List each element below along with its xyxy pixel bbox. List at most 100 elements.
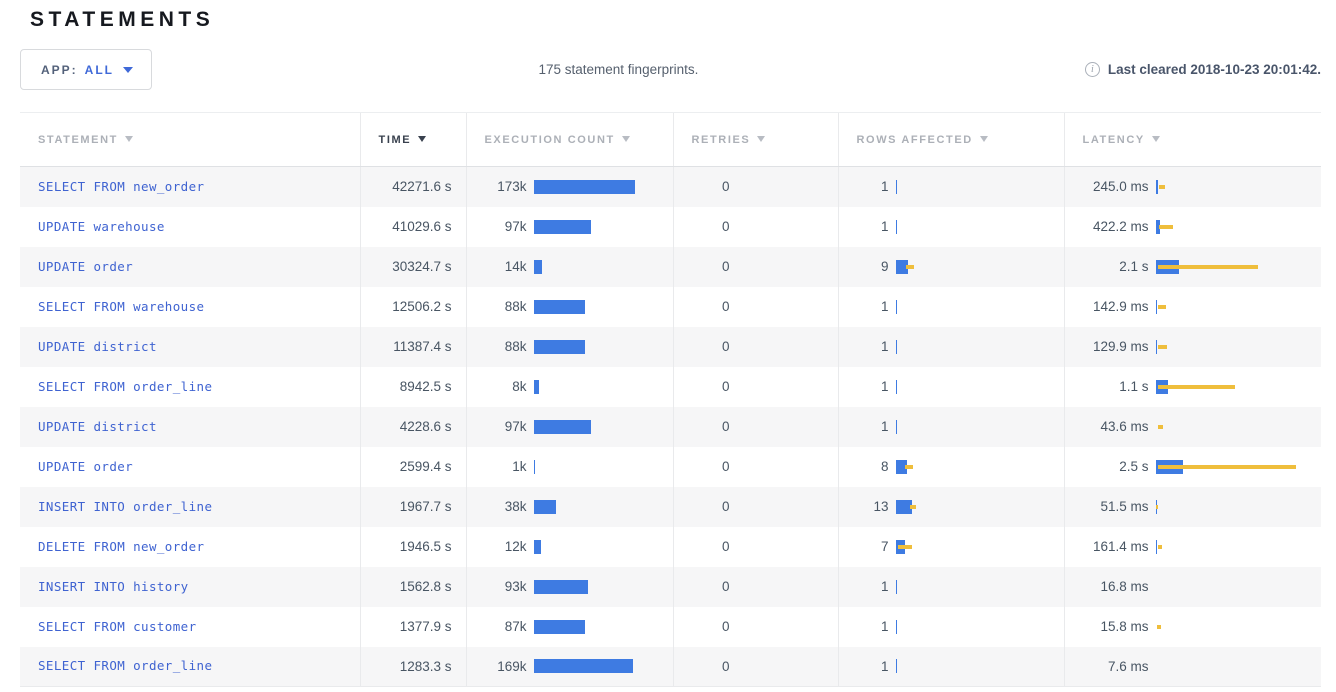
column-header[interactable]: LATENCY	[1064, 113, 1321, 167]
rows-affected-bar-chart	[896, 379, 1064, 395]
latency-cell: 161.4 ms	[1064, 527, 1321, 567]
statement-link[interactable]: UPDATE order	[38, 259, 133, 274]
execution-count-value: 8k	[485, 379, 527, 394]
time-cell: 1946.5 s	[360, 527, 466, 567]
rows-affected-value: 1	[857, 619, 889, 634]
count-bar	[534, 420, 591, 434]
statements-table: STATEMENT TIME EXECUTION COUNTRETRIESROWS …	[20, 112, 1321, 687]
count-bar	[534, 340, 585, 354]
latency-value: 43.6 ms	[1083, 419, 1149, 434]
rows-stddev-line	[898, 545, 912, 549]
execution-count-value: 1k	[485, 459, 527, 474]
count-bar	[534, 300, 585, 314]
execution-count-value: 97k	[485, 219, 527, 234]
rows-affected-cell: 1	[838, 607, 1064, 647]
column-header-label: TIME	[379, 134, 412, 146]
table-row: SELECT FROM new_order 42271.6 s 173k 0 1	[20, 167, 1321, 207]
column-header[interactable]: RETRIES	[673, 113, 838, 167]
execution-count-cell: 88k	[466, 287, 673, 327]
latency-bar-chart	[1156, 179, 1322, 195]
statement-link[interactable]: UPDATE warehouse	[38, 219, 165, 234]
statement-cell: SELECT FROM order_line	[20, 367, 360, 407]
execution-count-cell: 97k	[466, 207, 673, 247]
statement-link[interactable]: DELETE FROM new_order	[38, 539, 204, 554]
rows-affected-bar-chart	[896, 619, 1064, 635]
execution-count-bar-chart	[534, 658, 673, 674]
rows-affected-cell: 13	[838, 487, 1064, 527]
statement-link[interactable]: SELECT FROM warehouse	[38, 299, 204, 314]
latency-bar-chart	[1156, 339, 1322, 355]
execution-count-bar-chart	[534, 339, 673, 355]
execution-count-value: 87k	[485, 619, 527, 634]
statement-link[interactable]: UPDATE district	[38, 419, 157, 434]
execution-count-bar-chart	[534, 179, 673, 195]
column-header[interactable]: EXECUTION COUNT	[466, 113, 673, 167]
latency-bar-chart	[1156, 259, 1322, 275]
retries-value: 0	[692, 659, 730, 674]
execution-count-bar-chart	[534, 499, 673, 515]
rows-affected-cell: 1	[838, 567, 1064, 607]
rows-bar	[896, 620, 898, 634]
latency-bar-chart	[1156, 299, 1322, 315]
retries-cell: 0	[673, 487, 838, 527]
execution-count-bar-chart	[534, 379, 673, 395]
latency-cell: 15.8 ms	[1064, 607, 1321, 647]
count-bar	[534, 460, 536, 474]
chevron-down-icon	[123, 67, 133, 73]
statement-link[interactable]: SELECT FROM order_line	[38, 379, 212, 394]
latency-bar-chart	[1156, 419, 1322, 435]
column-header[interactable]: ROWS AFFECTED	[838, 113, 1064, 167]
info-icon[interactable]: i	[1085, 62, 1100, 77]
latency-stddev-line	[1158, 385, 1235, 389]
latency-stddev-line	[1158, 305, 1166, 309]
retries-cell: 0	[673, 447, 838, 487]
retries-cell: 0	[673, 407, 838, 447]
sort-arrow-icon	[1152, 136, 1160, 142]
statement-cell: DELETE FROM new_order	[20, 527, 360, 567]
column-header[interactable]: TIME	[360, 113, 466, 167]
time-cell: 1562.8 s	[360, 567, 466, 607]
statement-link[interactable]: SELECT FROM order_line	[38, 658, 212, 673]
latency-bar-chart	[1156, 219, 1322, 235]
execution-count-cell: 12k	[466, 527, 673, 567]
latency-cell: 142.9 ms	[1064, 287, 1321, 327]
statement-link[interactable]: INSERT INTO order_line	[38, 499, 212, 514]
rows-affected-value: 1	[857, 659, 889, 674]
column-header[interactable]: STATEMENT	[20, 113, 360, 167]
execution-count-value: 12k	[485, 539, 527, 554]
retries-value: 0	[692, 179, 730, 194]
statement-link[interactable]: SELECT FROM new_order	[38, 179, 204, 194]
rows-affected-bar-chart	[896, 419, 1064, 435]
table-row: INSERT INTO order_line 1967.7 s 38k 0 13	[20, 487, 1321, 527]
statement-cell: SELECT FROM customer	[20, 607, 360, 647]
table-row: SELECT FROM order_line 8942.5 s 8k 0 1	[20, 367, 1321, 407]
latency-stddev-line	[1156, 505, 1158, 509]
retries-cell: 0	[673, 207, 838, 247]
rows-affected-cell: 9	[838, 247, 1064, 287]
latency-value: 129.9 ms	[1083, 339, 1149, 354]
execution-count-bar-chart	[534, 259, 673, 275]
statement-link[interactable]: INSERT INTO history	[38, 579, 189, 594]
latency-stddev-line	[1158, 265, 1258, 269]
latency-stddev-line	[1158, 345, 1167, 349]
statement-link[interactable]: SELECT FROM customer	[38, 619, 197, 634]
retries-value: 0	[692, 259, 730, 274]
count-bar	[534, 659, 633, 673]
latency-value: 2.1 s	[1083, 259, 1149, 274]
rows-affected-value: 1	[857, 419, 889, 434]
statement-link[interactable]: UPDATE district	[38, 339, 157, 354]
retries-value: 0	[692, 619, 730, 634]
rows-affected-bar-chart	[896, 339, 1064, 355]
statement-link[interactable]: UPDATE order	[38, 459, 133, 474]
rows-bar	[896, 659, 898, 673]
app-filter-dropdown[interactable]: APP: ALL	[20, 49, 152, 90]
count-bar	[534, 260, 542, 274]
rows-bar	[896, 300, 898, 314]
table-row: UPDATE warehouse 41029.6 s 97k 0 1	[20, 207, 1321, 247]
rows-affected-value: 8	[857, 459, 889, 474]
page-title: STATEMENTS	[30, 8, 1336, 32]
execution-count-value: 93k	[485, 579, 527, 594]
execution-count-bar-chart	[534, 579, 673, 595]
count-bar	[534, 380, 539, 394]
statement-cell: UPDATE district	[20, 407, 360, 447]
